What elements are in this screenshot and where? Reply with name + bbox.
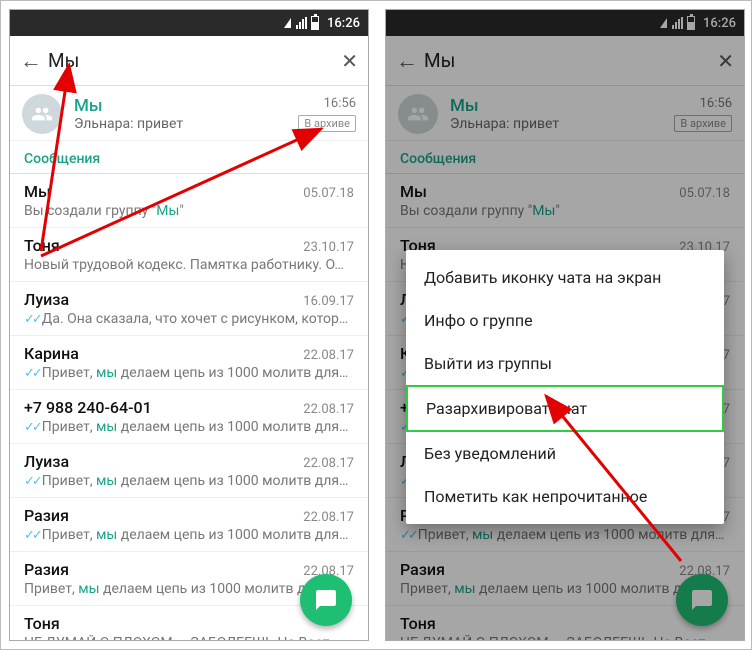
read-tick-icon: ✓✓	[24, 312, 40, 327]
chat-name: Луиза	[24, 290, 69, 309]
chat-name: Карина	[24, 344, 79, 363]
read-tick-icon: ✓✓	[24, 474, 40, 489]
chat-snippet: ✓✓Привет, мы делаем цепь из 1000 молитв …	[24, 365, 354, 381]
back-icon[interactable]: ←	[20, 48, 48, 74]
context-menu: Добавить иконку чата на экранИнфо о груп…	[406, 250, 724, 524]
read-tick-icon: ✓✓	[24, 528, 40, 543]
chat-name: Луиза	[24, 452, 69, 471]
battery-icon	[311, 16, 319, 30]
chat-row[interactable]: Мы 05.07.18 Вы создали группу "Мы"	[10, 174, 368, 228]
chat-snippet: ✓✓Привет, мы делаем цепь из 1000 молитв …	[24, 419, 354, 435]
chat-row[interactable]: Луиза 16.09.17 ✓✓Да. Она сказала, что хоче…	[10, 282, 368, 336]
chat-row[interactable]: Луиза 22.08.17 ✓✓Привет, мы делаем цепь из…	[10, 444, 368, 498]
chat-time: 16:56	[324, 96, 356, 111]
group-avatar-icon	[22, 94, 62, 134]
search-query[interactable]: Мы	[48, 49, 341, 72]
chat-date: 22.08.17	[303, 348, 354, 363]
chat-name: Разия	[24, 506, 69, 525]
chat-name: Тоня	[24, 236, 60, 255]
chat-row[interactable]: Разия 22.08.17 ✓✓Привет, мы делаем цепь из…	[10, 498, 368, 552]
menu-item[interactable]: Инфо о группе	[406, 299, 724, 342]
chat-date: 22.08.17	[303, 456, 354, 471]
chat-snippet: Новый трудовой кодекс. Памятка работнику…	[24, 257, 354, 273]
archive-badge: В архиве	[298, 115, 356, 132]
chat-snippet: ✓✓Привет, мы делаем цепь из 1000 молитв …	[24, 527, 354, 543]
archived-chat-row[interactable]: Мы Эльнара: привет 16:56 В архиве	[10, 86, 368, 141]
chat-snippet: Вы создали группу "Мы"	[24, 203, 354, 219]
chat-name: Мы	[24, 182, 51, 201]
section-header: Сообщения	[10, 141, 368, 173]
chat-date: 05.07.18	[303, 186, 354, 201]
chat-snippet: ✓✓Да. Она сказала, что хочет с рисунком,…	[24, 311, 354, 327]
chat-name: Тоня	[24, 614, 60, 633]
menu-item[interactable]: Пометить как непрочитанное	[406, 475, 724, 518]
screenshot-pair: 16:26 ← Мы ✕ Мы Эльнара: привет 16:56 В …	[0, 0, 752, 650]
chat-snippet: НЕ ДУМАЙ О ПЛОХОМ — ЗАБОЛЕЕШЬ На Вост	[24, 635, 354, 641]
chat-row[interactable]: +7 988 240-64-01 22.08.17 ✓✓Привет, мы дел…	[10, 390, 368, 444]
new-chat-fab[interactable]	[300, 574, 352, 626]
chat-title: Мы	[74, 96, 286, 116]
read-tick-icon: ✓✓	[24, 366, 40, 381]
status-time: 16:26	[327, 16, 360, 31]
chat-row[interactable]: Карина 22.08.17 ✓✓Привет, мы делаем цепь и…	[10, 336, 368, 390]
chat-date: 23.10.17	[303, 240, 354, 255]
clear-icon[interactable]: ✕	[341, 49, 358, 73]
chat-date: 22.08.17	[303, 402, 354, 417]
signal-icon	[284, 18, 291, 28]
chat-name: +7 988 240-64-01	[24, 398, 152, 417]
menu-item[interactable]: Выйти из группы	[406, 342, 724, 385]
chat-name: Разия	[24, 560, 69, 579]
menu-item[interactable]: Разархивировать чат	[406, 385, 724, 432]
results-list-left: Мы 05.07.18 Вы создали группу "Мы" Тоня 23.1…	[10, 174, 368, 641]
chat-date: 22.08.17	[303, 510, 354, 525]
menu-item[interactable]: Без уведомлений	[406, 432, 724, 475]
menu-item[interactable]: Добавить иконку чата на экран	[406, 256, 724, 299]
chat-snippet: ✓✓Привет, мы делаем цепь из 1000 молитв …	[24, 473, 354, 489]
wifi-icon	[296, 17, 307, 29]
chat-row[interactable]: Тоня 23.10.17 Новый трудовой кодекс. Памят…	[10, 228, 368, 282]
chat-subtitle: Эльнара: привет	[74, 116, 286, 132]
phone-left: 16:26 ← Мы ✕ Мы Эльнара: привет 16:56 В …	[9, 9, 369, 641]
search-bar: ← Мы ✕	[10, 36, 368, 86]
status-bar: 16:26	[10, 10, 368, 36]
read-tick-icon: ✓✓	[24, 420, 40, 435]
phone-right: 16:26 ← Мы ✕ Мы Эльнара: привет 16:56 В …	[385, 9, 745, 641]
chat-date: 16.09.17	[303, 294, 354, 309]
